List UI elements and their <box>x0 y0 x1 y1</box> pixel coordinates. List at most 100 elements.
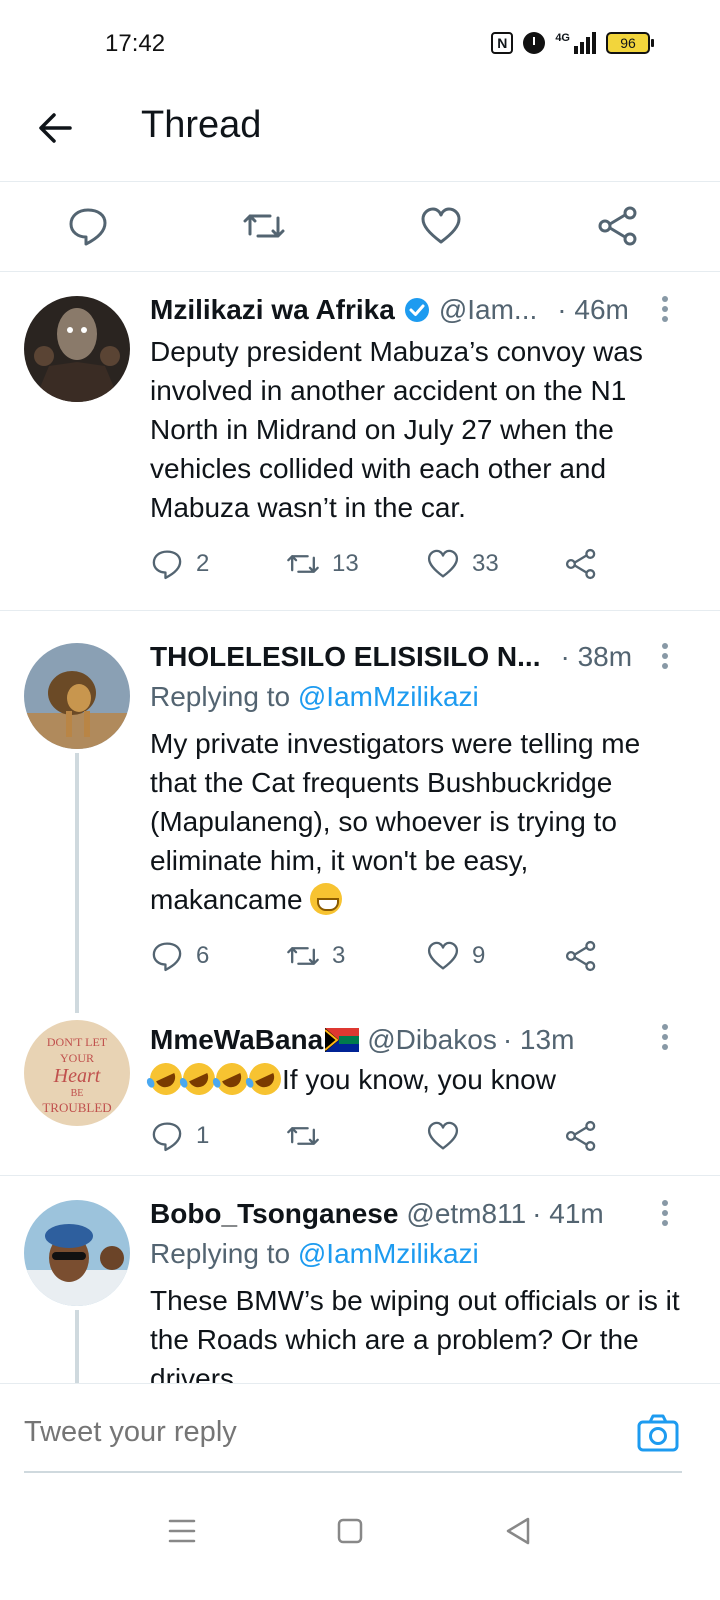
like-count: 33 <box>472 550 499 577</box>
tweet-header: MmeWaBana @Dibakos · 13m <box>150 1022 680 1058</box>
share-button[interactable] <box>564 1116 598 1156</box>
tweet-actions: 6 3 9 <box>150 936 620 976</box>
avatar[interactable] <box>24 643 130 749</box>
tweet-time: · 46m <box>557 294 629 325</box>
heart-icon <box>427 549 459 578</box>
replying-to-prefix: Replying to <box>150 681 291 712</box>
comment-icon[interactable] <box>66 204 110 248</box>
main-tweet-actions <box>0 182 720 272</box>
replying-to-mention[interactable]: @IamMzilikazi <box>298 681 479 712</box>
tweet-text: If you know, you know <box>144 1057 680 1101</box>
network-label: 4G <box>555 32 570 44</box>
retweet-icon[interactable] <box>242 204 286 248</box>
status-time: 17:42 <box>105 30 166 57</box>
share-button[interactable] <box>564 936 598 976</box>
more-vertical-icon[interactable] <box>660 643 670 671</box>
arrow-left-icon[interactable] <box>34 108 78 148</box>
alarm-icon <box>523 32 546 54</box>
reply-count: 6 <box>196 942 210 969</box>
retweet-count: 3 <box>332 942 346 969</box>
south-africa-flag-icon <box>325 1028 360 1052</box>
replying-to-mention[interactable]: @IamMzilikazi <box>298 1238 479 1269</box>
menu-icon[interactable] <box>162 1511 202 1551</box>
share-icon <box>565 940 596 972</box>
heart-icon <box>427 1121 459 1150</box>
battery-icon: 96 <box>606 32 654 54</box>
reply-button[interactable]: 2 <box>150 544 209 584</box>
author-name[interactable]: THOLELESILO ELISISILO N... <box>150 641 540 673</box>
heart-icon <box>427 941 459 970</box>
tweet-text-content: If you know, you know <box>282 1064 556 1095</box>
retweet-button[interactable]: 3 <box>286 936 345 976</box>
tweet-text-content: My private investigators were telling me… <box>150 728 641 915</box>
svg-text:TROUBLED: TROUBLED <box>42 1100 111 1115</box>
back-triangle-icon[interactable] <box>498 1511 538 1551</box>
tweet-actions: 1 <box>150 1116 620 1156</box>
tweet-text: Deputy president Mabuza’s convoy was inv… <box>150 336 643 523</box>
more-vertical-icon[interactable] <box>660 1024 670 1052</box>
reply-count: 2 <box>196 550 210 577</box>
reply-count: 1 <box>196 1122 210 1149</box>
tweet-2[interactable]: THOLELESILO ELISISILO N... · 38m Replyin… <box>0 611 720 1013</box>
share-icon <box>565 548 596 580</box>
tweet-4[interactable]: Bobo_Tsonganese @etm811 · 41m Replying t… <box>0 1176 720 1383</box>
author-handle[interactable]: @Iam... <box>439 294 537 326</box>
tweet-text: My private investigators were telling me… <box>150 724 680 919</box>
reply-button[interactable]: 1 <box>150 1116 209 1156</box>
status-bar: 17:42 N 4G 96 <box>0 0 720 90</box>
author-handle[interactable]: @etm811 <box>406 1198 526 1230</box>
page-title: Thread <box>141 104 262 146</box>
reply-input[interactable] <box>24 1416 624 1449</box>
tweet-time: · 41m <box>532 1198 604 1229</box>
home-square-icon[interactable] <box>330 1511 370 1551</box>
grinning-emoji-icon <box>310 883 343 915</box>
retweet-icon <box>287 1127 319 1145</box>
header: Thread <box>0 90 720 182</box>
like-button[interactable] <box>426 1116 460 1156</box>
tweet-header: Bobo_Tsonganese @etm811 · 41m <box>150 1196 680 1232</box>
share-icon[interactable] <box>596 204 640 248</box>
replying-to: Replying to @IamMzilikazi <box>150 681 479 713</box>
replying-to-prefix: Replying to <box>150 1238 291 1269</box>
retweet-button[interactable] <box>286 1116 320 1156</box>
svg-text:BE: BE <box>71 1088 84 1099</box>
svg-text:YOUR: YOUR <box>60 1051 94 1065</box>
tweet-1[interactable]: Mzilikazi wa Afrika @Iam... · 46m Deputy… <box>0 272 720 611</box>
thread-line <box>75 753 79 1013</box>
share-icon <box>565 1120 596 1152</box>
author-name[interactable]: Bobo_Tsonganese <box>150 1198 398 1230</box>
more-vertical-icon[interactable] <box>660 296 670 324</box>
avatar[interactable] <box>24 1200 130 1306</box>
like-button[interactable]: 33 <box>426 544 499 584</box>
reply-input-underline <box>24 1471 682 1473</box>
retweet-icon <box>287 947 319 965</box>
avatar[interactable]: DON'T LET YOUR Heart BE TROUBLED <box>24 1020 130 1126</box>
tweet-3[interactable]: DON'T LET YOUR Heart BE TROUBLED MmeWaBa… <box>0 1010 720 1176</box>
retweet-icon <box>287 555 319 573</box>
author-name[interactable]: Mzilikazi wa Afrika <box>150 294 395 326</box>
more-vertical-icon[interactable] <box>660 1200 670 1228</box>
share-button[interactable] <box>564 544 598 584</box>
svg-text:DON'T LET: DON'T LET <box>47 1035 108 1049</box>
tweet-header: Mzilikazi wa Afrika @Iam... · 46m <box>150 292 680 328</box>
tweet-actions: 2 13 33 <box>150 544 620 584</box>
status-icons: N 4G 96 <box>491 32 654 54</box>
author-name[interactable]: MmeWaBana <box>150 1024 323 1056</box>
camera-icon[interactable] <box>636 1412 680 1456</box>
like-button[interactable]: 9 <box>426 936 485 976</box>
heart-icon[interactable] <box>419 204 463 248</box>
thread-line <box>75 1310 79 1383</box>
signal-icon <box>574 32 596 54</box>
reply-composer <box>0 1383 720 1483</box>
retweet-count: 13 <box>332 550 359 577</box>
avatar[interactable] <box>24 296 130 402</box>
replying-to: Replying to @IamMzilikazi <box>150 1238 479 1270</box>
svg-text:Heart: Heart <box>53 1065 101 1087</box>
nfc-icon: N <box>491 32 514 54</box>
reply-button[interactable]: 6 <box>150 936 209 976</box>
rofl-emoji-icon <box>243 1057 287 1101</box>
author-handle[interactable]: @Dibakos <box>367 1024 497 1056</box>
tweet-header: THOLELESILO ELISISILO N... · 38m <box>150 639 680 675</box>
retweet-button[interactable]: 13 <box>286 544 359 584</box>
tweet-text: These BMW’s be wiping out officials or i… <box>150 1285 680 1383</box>
